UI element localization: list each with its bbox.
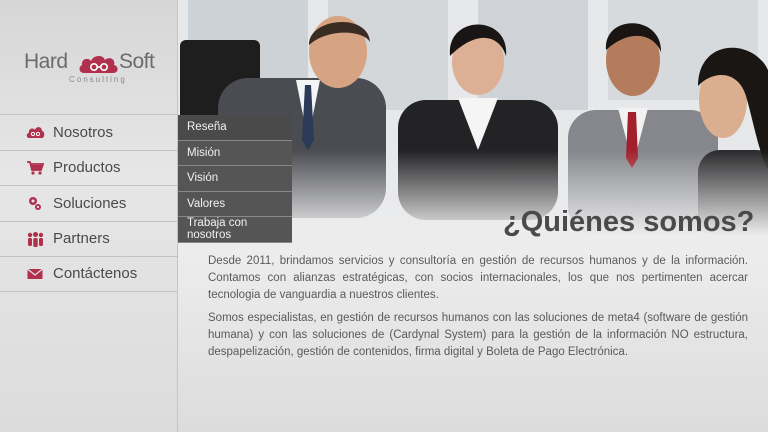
page-title: ¿Quiénes somos? <box>503 206 755 238</box>
nav-item-partners[interactable]: Partners <box>0 220 178 257</box>
intro-paragraph: Desde 2011, brindamos servicios y consul… <box>208 255 748 301</box>
submenu-item-mision[interactable]: Misión <box>178 140 292 166</box>
specialties-paragraph: Somos especialistas, en gestión de recur… <box>208 312 748 358</box>
nav-label-productos: Productos <box>53 159 121 177</box>
submenu-item-trabaja-con-nosotros[interactable]: Trabaja con nosotros <box>178 217 292 243</box>
cloud-icon <box>26 127 45 139</box>
cart-icon <box>27 160 45 175</box>
nav-item-soluciones[interactable]: Soluciones <box>0 185 178 221</box>
nav-label-contactenos: Contáctenos <box>53 265 138 283</box>
envelope-icon <box>27 268 43 279</box>
brand-logo[interactable]: Hard Soft Consulting <box>24 50 164 90</box>
brand-tagline: Consulting <box>69 75 127 84</box>
nav-item-nosotros[interactable]: Nosotros <box>0 114 178 150</box>
people-icon <box>27 231 44 247</box>
gears-icon <box>29 197 41 211</box>
brand-name-part1: Hard <box>24 50 68 73</box>
sidebar: Hard Soft Consulting Nosotros Productos … <box>0 0 178 432</box>
nav-label-partners: Partners <box>53 230 110 248</box>
main-nav: Nosotros Productos Soluciones Partners C… <box>0 114 178 292</box>
brand-name-part2: Soft <box>119 50 155 73</box>
nav-label-soluciones: Soluciones <box>53 194 127 212</box>
nav-item-productos[interactable]: Productos <box>0 149 178 186</box>
nosotros-submenu: Reseña Misión Visión Valores Trabaja con… <box>178 115 292 243</box>
nav-item-contactenos[interactable]: Contáctenos <box>0 256 178 292</box>
submenu-item-vision[interactable]: Visión <box>178 166 292 192</box>
cloud-logo-icon <box>79 55 118 73</box>
submenu-item-valores[interactable]: Valores <box>178 191 292 217</box>
submenu-item-resena[interactable]: Reseña <box>178 115 292 141</box>
nav-label-nosotros: Nosotros <box>53 123 114 141</box>
